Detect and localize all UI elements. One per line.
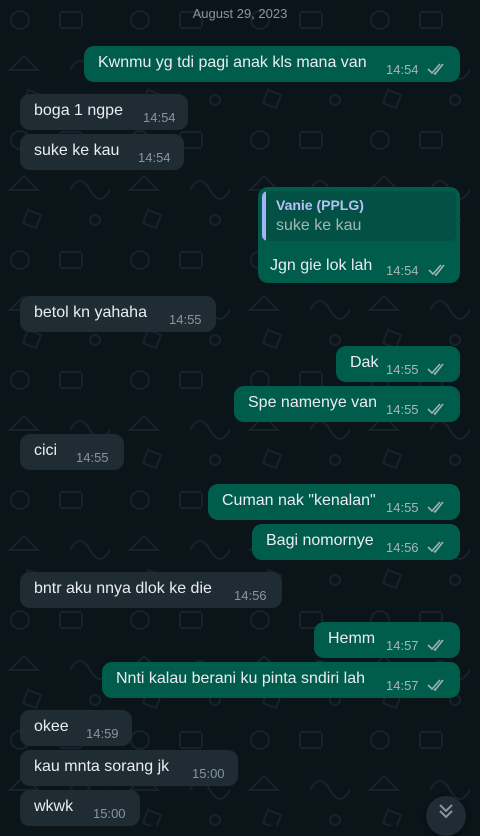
message-text: Dak: [350, 354, 379, 371]
message-text: kau mnta sorang jk: [34, 758, 170, 775]
double-chevron-down-icon: [439, 804, 453, 819]
message-text: bntr aku nnya dlok ke die: [34, 580, 212, 597]
message-text: suke ke kau: [34, 142, 120, 159]
message-incoming[interactable]: okee 14:59: [20, 710, 132, 746]
message-time: 15:00: [192, 766, 225, 781]
message-text: Cuman nak "kenalan": [222, 492, 376, 509]
message-outgoing[interactable]: Kwnmu yg tdi pagi anak kls mana van 14:5…: [84, 46, 460, 82]
message-incoming[interactable]: bntr aku nnya dlok ke die 14:56: [20, 572, 282, 608]
quote-text: suke ke kau: [276, 217, 362, 234]
date-separator: August 29, 2023: [192, 6, 288, 21]
message-time: 15:00: [93, 806, 126, 821]
double-check-icon: [427, 501, 444, 514]
message-text: Spe namenye van: [248, 394, 377, 411]
message-time: 14:54: [386, 263, 419, 278]
message-incoming[interactable]: betol kn yahaha 14:55: [20, 296, 216, 332]
message-outgoing[interactable]: Nnti kalau berani ku pinta sndiri lah 14…: [102, 662, 460, 698]
scroll-to-bottom-button[interactable]: [426, 796, 466, 836]
message-time: 14:56: [386, 540, 419, 555]
message-incoming[interactable]: suke ke kau 14:54: [20, 134, 184, 170]
message-incoming[interactable]: boga 1 ngpe 14:54: [20, 94, 188, 130]
message-text: okee: [34, 718, 69, 735]
double-check-icon: [428, 264, 445, 277]
message-outgoing[interactable]: Cuman nak "kenalan" 14:55: [208, 484, 460, 520]
message-outgoing[interactable]: Hemm 14:57: [314, 622, 460, 658]
double-check-icon: [427, 639, 444, 652]
message-time: 14:55: [386, 362, 419, 377]
message-text: Hemm: [328, 630, 376, 647]
double-check-icon: [427, 541, 444, 554]
message-incoming[interactable]: kau mnta sorang jk 15:00: [20, 750, 238, 786]
message-time: 14:57: [386, 638, 419, 653]
message-time: 14:55: [76, 450, 109, 465]
quote-accent-bar: [262, 191, 266, 241]
message-text: betol kn yahaha: [34, 304, 147, 321]
message-time: 14:55: [386, 402, 419, 417]
message-time: 14:56: [234, 588, 267, 603]
double-check-icon: [427, 403, 444, 416]
message-text: Jgn gie lok lah: [270, 257, 373, 274]
message-incoming[interactable]: wkwk 15:00: [20, 790, 140, 826]
double-check-icon: [427, 63, 444, 76]
message-time: 14:54: [386, 62, 419, 77]
message-time: 14:55: [386, 500, 419, 515]
message-outgoing[interactable]: Dak 14:55: [336, 346, 460, 382]
quote-author: Vanie (PPLG): [276, 197, 364, 213]
message-text: Nnti kalau berani ku pinta sndiri lah: [116, 670, 366, 687]
message-outgoing[interactable]: Spe namenye van 14:55: [234, 386, 460, 422]
message-text: Kwnmu yg tdi pagi anak kls mana van: [98, 54, 367, 71]
message-outgoing[interactable]: Bagi nomornye 14:56: [252, 524, 460, 560]
quoted-message[interactable]: Vanie (PPLG) suke ke kau: [262, 191, 456, 241]
message-outgoing-reply[interactable]: Vanie (PPLG) suke ke kau Jgn gie lok lah…: [258, 187, 460, 283]
message-incoming[interactable]: cici 14:55: [20, 434, 124, 470]
message-text: cici: [34, 442, 58, 459]
message-time: 14:54: [143, 110, 176, 125]
message-time: 14:57: [386, 678, 419, 693]
message-time: 14:59: [86, 726, 119, 741]
message-text: wkwk: [34, 798, 74, 815]
message-time: 14:54: [138, 150, 171, 165]
message-time: 14:55: [169, 312, 202, 327]
double-check-icon: [427, 679, 444, 692]
message-text: Bagi nomornye: [266, 532, 374, 549]
double-check-icon: [427, 363, 444, 376]
message-text: boga 1 ngpe: [34, 102, 123, 119]
